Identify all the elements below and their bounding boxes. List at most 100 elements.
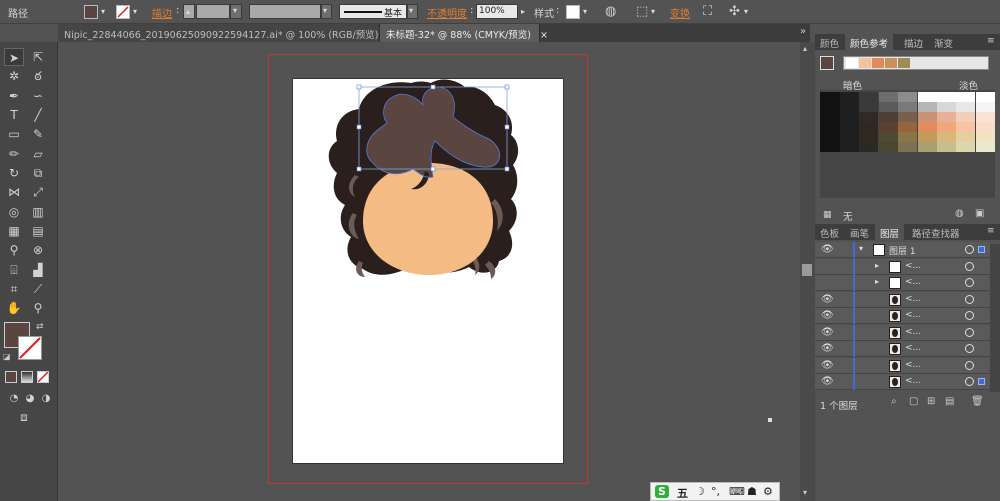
layer-name[interactable]: <... bbox=[905, 376, 921, 386]
arrange-dropdown-icon[interactable]: ▾ bbox=[744, 7, 748, 16]
color-variation-cell[interactable] bbox=[975, 122, 995, 132]
color-variation-cell[interactable] bbox=[859, 112, 879, 122]
layer-name[interactable]: <... bbox=[905, 310, 921, 320]
stroke-weight-spinner[interactable]: ▴ bbox=[183, 4, 195, 19]
save-group-icon[interactable]: ▣ bbox=[975, 208, 984, 219]
pencil-tool-icon[interactable]: ✏ bbox=[4, 145, 24, 163]
color-variation-cell[interactable] bbox=[956, 102, 976, 112]
visibility-eye-icon[interactable]: 👁 bbox=[821, 343, 834, 354]
skin-icon[interactable]: ☗ bbox=[747, 485, 757, 498]
harmony-swatch[interactable] bbox=[898, 58, 910, 68]
opacity-arrow-icon[interactable]: ▸ bbox=[521, 7, 525, 16]
visibility-eye-icon[interactable]: 👁 bbox=[821, 244, 834, 255]
color-variation-cell[interactable] bbox=[975, 92, 995, 102]
curvature-tool-icon[interactable]: ∽ bbox=[28, 87, 48, 105]
paintbrush-tool-icon[interactable]: ✎ bbox=[28, 125, 48, 143]
layer-name[interactable]: <... bbox=[905, 294, 921, 304]
gradient-mode-icon[interactable] bbox=[21, 371, 33, 383]
panel-menu-icon[interactable]: ≡ bbox=[987, 226, 995, 236]
vertical-scrollbar[interactable]: ▴ ▾ bbox=[800, 42, 815, 501]
draw-inside-icon[interactable]: ◑ bbox=[36, 390, 56, 408]
style-swatch[interactable] bbox=[566, 5, 580, 19]
pen-tool-icon[interactable]: ✒ bbox=[4, 87, 24, 105]
target-circle-icon[interactable] bbox=[965, 311, 974, 320]
color-variation-cell[interactable] bbox=[956, 132, 976, 142]
tab-color-guide[interactable]: 颜色参考 bbox=[845, 34, 894, 50]
selection-indicator[interactable] bbox=[978, 246, 985, 253]
color-variation-cell[interactable] bbox=[859, 132, 879, 142]
color-variation-cell[interactable] bbox=[878, 132, 898, 142]
free-transform-tool-icon[interactable]: ⤢ bbox=[28, 183, 48, 201]
color-variation-cell[interactable] bbox=[937, 92, 956, 102]
tab-color[interactable]: 颜色 bbox=[815, 34, 844, 50]
layer-name[interactable]: <... bbox=[905, 327, 921, 337]
new-sublayer-icon[interactable]: ⊞ bbox=[927, 396, 935, 407]
tab-swatches[interactable]: 色板 bbox=[815, 224, 844, 240]
sublayer-row[interactable]: 👁 <... bbox=[815, 341, 990, 357]
girl-illustration[interactable] bbox=[293, 79, 565, 465]
target-circle-icon[interactable] bbox=[965, 377, 974, 386]
mesh-tool-icon[interactable]: ▦ bbox=[4, 222, 24, 240]
stroke-weight-dropdown[interactable]: ▾ bbox=[230, 4, 242, 19]
arrange-icon[interactable]: ✣ bbox=[729, 5, 740, 19]
color-variation-cell[interactable] bbox=[840, 112, 859, 122]
visibility-eye-icon[interactable]: 👁 bbox=[821, 294, 834, 305]
color-variation-cell[interactable] bbox=[859, 122, 879, 132]
color-variation-cell[interactable] bbox=[956, 112, 976, 122]
color-variation-cell[interactable] bbox=[956, 92, 976, 102]
color-variation-cell[interactable] bbox=[840, 92, 859, 102]
symbol-sprayer-tool-icon[interactable]: ⌹ bbox=[4, 261, 24, 279]
default-colors-icon[interactable]: ◪ bbox=[3, 352, 11, 361]
color-variation-cell[interactable] bbox=[917, 92, 937, 102]
align-dropdown-icon[interactable]: ▾ bbox=[651, 7, 655, 16]
stroke-color-box[interactable] bbox=[18, 336, 42, 360]
color-variation-cell[interactable] bbox=[840, 102, 859, 112]
stroke-label[interactable]: 描边 bbox=[152, 5, 172, 20]
expand-triangle-icon[interactable]: ▸ bbox=[875, 277, 879, 286]
stroke-swatch[interactable] bbox=[116, 5, 130, 19]
sublayer-row[interactable]: ▸ <... bbox=[815, 258, 990, 275]
new-layer-icon[interactable]: ▤ bbox=[945, 396, 954, 407]
target-circle-icon[interactable] bbox=[965, 294, 974, 304]
brush-dropdown[interactable]: ▾ bbox=[407, 4, 418, 19]
layers-scrollbar[interactable] bbox=[990, 244, 1000, 392]
type-tool-icon[interactable]: T bbox=[4, 106, 24, 124]
color-variation-cell[interactable] bbox=[898, 122, 918, 132]
color-variation-cell[interactable] bbox=[956, 142, 976, 152]
color-variation-cell[interactable] bbox=[917, 142, 937, 152]
artboard-tool-icon[interactable]: ⌗ bbox=[4, 280, 24, 298]
sublayer-row[interactable]: 👁 <... bbox=[815, 291, 990, 308]
slice-tool-icon[interactable]: ⟋ bbox=[28, 280, 48, 298]
keyboard-icon[interactable]: ⌨ bbox=[729, 485, 745, 498]
brush-definition[interactable]: 基本 bbox=[339, 4, 407, 19]
lasso-tool-icon[interactable]: ఠ bbox=[28, 67, 48, 85]
target-circle-icon[interactable] bbox=[965, 278, 974, 287]
collapse-triangle-icon[interactable]: ▾ bbox=[859, 244, 863, 253]
scale-tool-icon[interactable]: ⧉ bbox=[28, 164, 48, 182]
harmony-swatch[interactable] bbox=[859, 58, 871, 68]
gradient-tool-icon[interactable]: ▤ bbox=[28, 222, 48, 240]
target-circle-icon[interactable] bbox=[965, 245, 974, 254]
tab-overflow-icon[interactable]: » bbox=[800, 26, 806, 37]
color-variation-cell[interactable] bbox=[975, 112, 995, 122]
color-mode-icon[interactable] bbox=[5, 371, 17, 383]
color-variation-cell[interactable] bbox=[917, 132, 937, 142]
color-variation-cell[interactable] bbox=[878, 142, 898, 152]
canvas-area[interactable] bbox=[58, 42, 800, 501]
color-variation-cell[interactable] bbox=[917, 112, 937, 122]
wrench-icon[interactable]: ⚙ bbox=[763, 485, 773, 498]
panel-menu-icon[interactable]: ≡ bbox=[987, 36, 995, 46]
isolate-icon[interactable]: ⛶ bbox=[703, 5, 712, 19]
blend-tool-icon[interactable]: ⊗ bbox=[28, 241, 48, 259]
color-variation-cell[interactable] bbox=[917, 102, 937, 112]
scroll-up-icon[interactable]: ▴ bbox=[803, 44, 807, 53]
align-icon[interactable]: ⬚ bbox=[636, 5, 648, 19]
target-circle-icon[interactable] bbox=[965, 261, 974, 271]
color-variation-cell[interactable] bbox=[937, 112, 956, 122]
color-variation-cell[interactable] bbox=[878, 102, 898, 112]
fill-dropdown-icon[interactable]: ▾ bbox=[101, 7, 105, 16]
punctuation-icon[interactable]: °, bbox=[711, 485, 720, 498]
screen-mode-icon[interactable]: ⧈ bbox=[14, 408, 34, 426]
transform-link[interactable]: 变换 bbox=[670, 5, 690, 20]
clipping-mask-icon[interactable]: ▢ bbox=[909, 396, 918, 407]
